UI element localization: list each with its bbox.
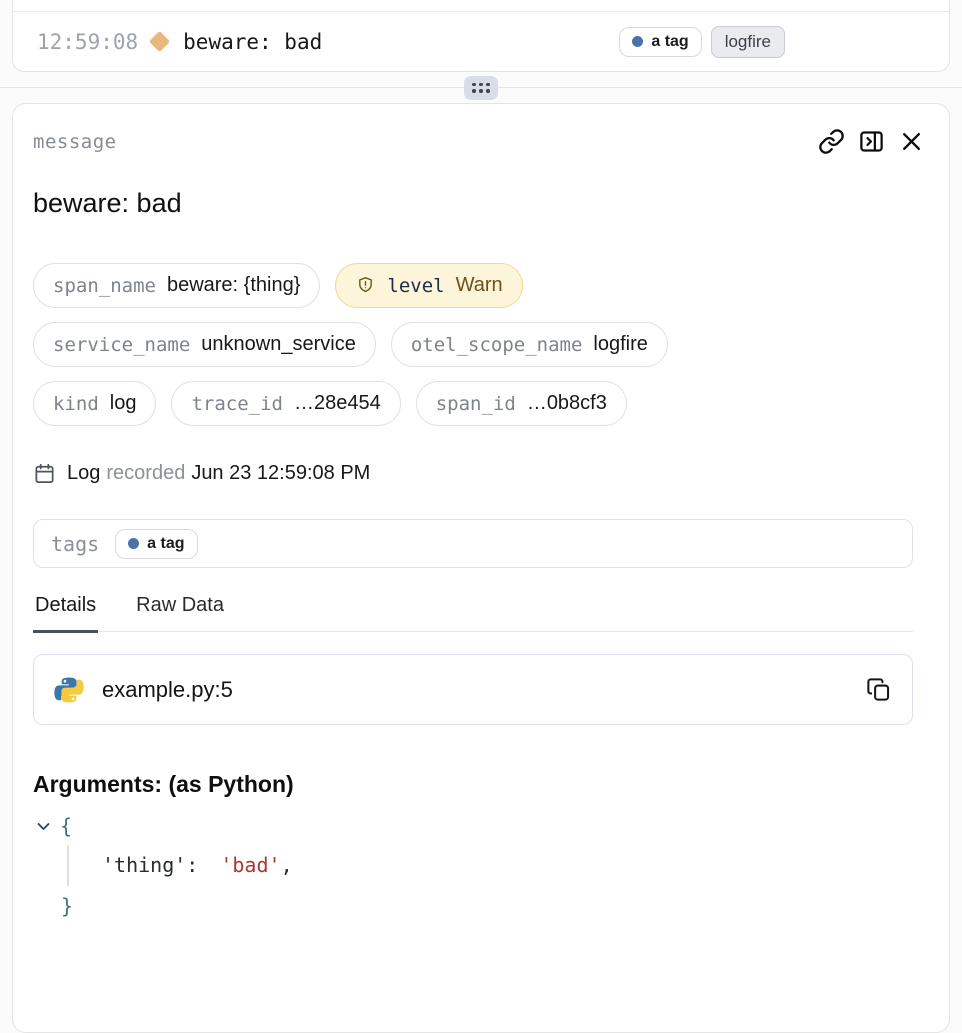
side-panel-icon — [858, 128, 885, 155]
pill-span-name[interactable]: span_name beware: {thing} — [33, 263, 320, 308]
tag-dot-icon — [632, 36, 643, 47]
drag-handle[interactable] — [464, 76, 498, 100]
recorded-verb: recorded — [106, 462, 185, 485]
attribute-pill-row-2: service_name unknown_service otel_scope_… — [33, 322, 929, 367]
copy-link-button[interactable] — [818, 128, 845, 155]
log-row-above — [13, 0, 949, 12]
pill-service-name[interactable]: service_name unknown_service — [33, 322, 376, 367]
pill-key: otel_scope_name — [411, 334, 583, 356]
close-panel-button[interactable] — [898, 128, 925, 155]
close-icon — [898, 128, 925, 155]
code-comma: , — [281, 853, 293, 877]
attribute-pill-row-3: kind log trace_id …28e454 span_id …0b8cf… — [33, 381, 929, 426]
pill-otel-scope-name[interactable]: otel_scope_name logfire — [391, 322, 668, 367]
scope-badge[interactable]: logfire — [711, 26, 785, 58]
link-icon — [818, 128, 845, 155]
log-row[interactable]: 12:59:08 beware: bad a tag logfire — [13, 12, 949, 71]
close-brace: } — [61, 894, 73, 918]
code-string-value: 'bad' — [220, 853, 280, 877]
tags-label: tags — [51, 532, 99, 556]
calendar-icon — [33, 462, 56, 485]
arguments-code-block: { 'thing': 'bad', } — [33, 807, 929, 927]
tag-dot-icon — [128, 538, 139, 549]
log-row-badges: a tag logfire — [619, 26, 785, 58]
copy-source-button[interactable] — [865, 676, 892, 703]
log-timestamp: 12:59:08 — [37, 30, 138, 54]
attribute-pill-row-1: span_name beware: {thing} level Warn — [33, 263, 929, 308]
pill-key: span_id — [436, 393, 516, 415]
tag-chip[interactable]: a tag — [115, 529, 197, 559]
code-close-line: } — [33, 886, 929, 927]
pill-key: span_name — [53, 275, 156, 297]
recorded-datetime: Jun 23 12:59:08 PM — [191, 462, 370, 485]
tags-field: tags a tag — [33, 519, 913, 568]
panel-title: beware: bad — [33, 188, 929, 219]
pill-value: …28e454 — [294, 392, 381, 415]
tag-chip[interactable]: a tag — [619, 27, 701, 57]
pill-key: level — [387, 275, 444, 297]
code-key: 'thing' — [102, 853, 186, 877]
panel-actions — [818, 128, 925, 155]
split-divider — [0, 72, 962, 103]
log-list-card: 12:59:08 beware: bad a tag logfire — [12, 0, 950, 72]
pill-span-id[interactable]: span_id …0b8cf3 — [416, 381, 627, 426]
source-location-card[interactable]: example.py:5 — [33, 654, 913, 725]
panel-header: message — [33, 128, 929, 155]
pill-value: beware: {thing} — [167, 274, 300, 297]
shield-warning-icon — [355, 275, 376, 296]
python-logo-icon — [54, 675, 84, 705]
pill-kind[interactable]: kind log — [33, 381, 156, 426]
pill-value: log — [110, 392, 137, 415]
pill-key: trace_id — [191, 393, 283, 415]
pill-key: service_name — [53, 334, 190, 356]
pill-value: unknown_service — [201, 333, 356, 356]
open-brace: { — [60, 814, 72, 838]
source-file-label: example.py:5 — [102, 677, 233, 703]
pill-value: …0b8cf3 — [527, 392, 607, 415]
detail-tabs: Details Raw Data — [33, 594, 913, 632]
code-colon: : — [186, 853, 198, 877]
pill-trace-id[interactable]: trace_id …28e454 — [171, 381, 400, 426]
drag-dots-icon — [472, 83, 490, 93]
arguments-heading: Arguments: (as Python) — [33, 771, 929, 798]
pill-value: Warn — [456, 274, 503, 297]
open-side-panel-button[interactable] — [858, 128, 885, 155]
recorded-kind: Log — [67, 462, 100, 485]
tab-raw-data[interactable]: Raw Data — [134, 594, 226, 633]
log-level-diamond-icon — [149, 31, 170, 52]
tag-chip-label: a tag — [651, 33, 688, 51]
copy-icon — [865, 676, 892, 703]
code-body-line: 'thing': 'bad', — [67, 845, 929, 886]
pill-level-warn[interactable]: level Warn — [335, 263, 522, 308]
chevron-down-icon[interactable] — [35, 818, 52, 835]
detail-panel: message beware: bad span_name beware: {t… — [12, 103, 950, 1033]
tab-details[interactable]: Details — [33, 594, 98, 633]
code-open-line: { — [33, 807, 929, 845]
recorded-timestamp-row: Log recorded Jun 23 12:59:08 PM — [33, 462, 929, 485]
panel-label: message — [33, 131, 117, 153]
pill-key: kind — [53, 393, 99, 415]
log-message: beware: bad — [183, 30, 322, 54]
tag-chip-label: a tag — [147, 535, 184, 553]
pill-value: logfire — [593, 333, 647, 356]
